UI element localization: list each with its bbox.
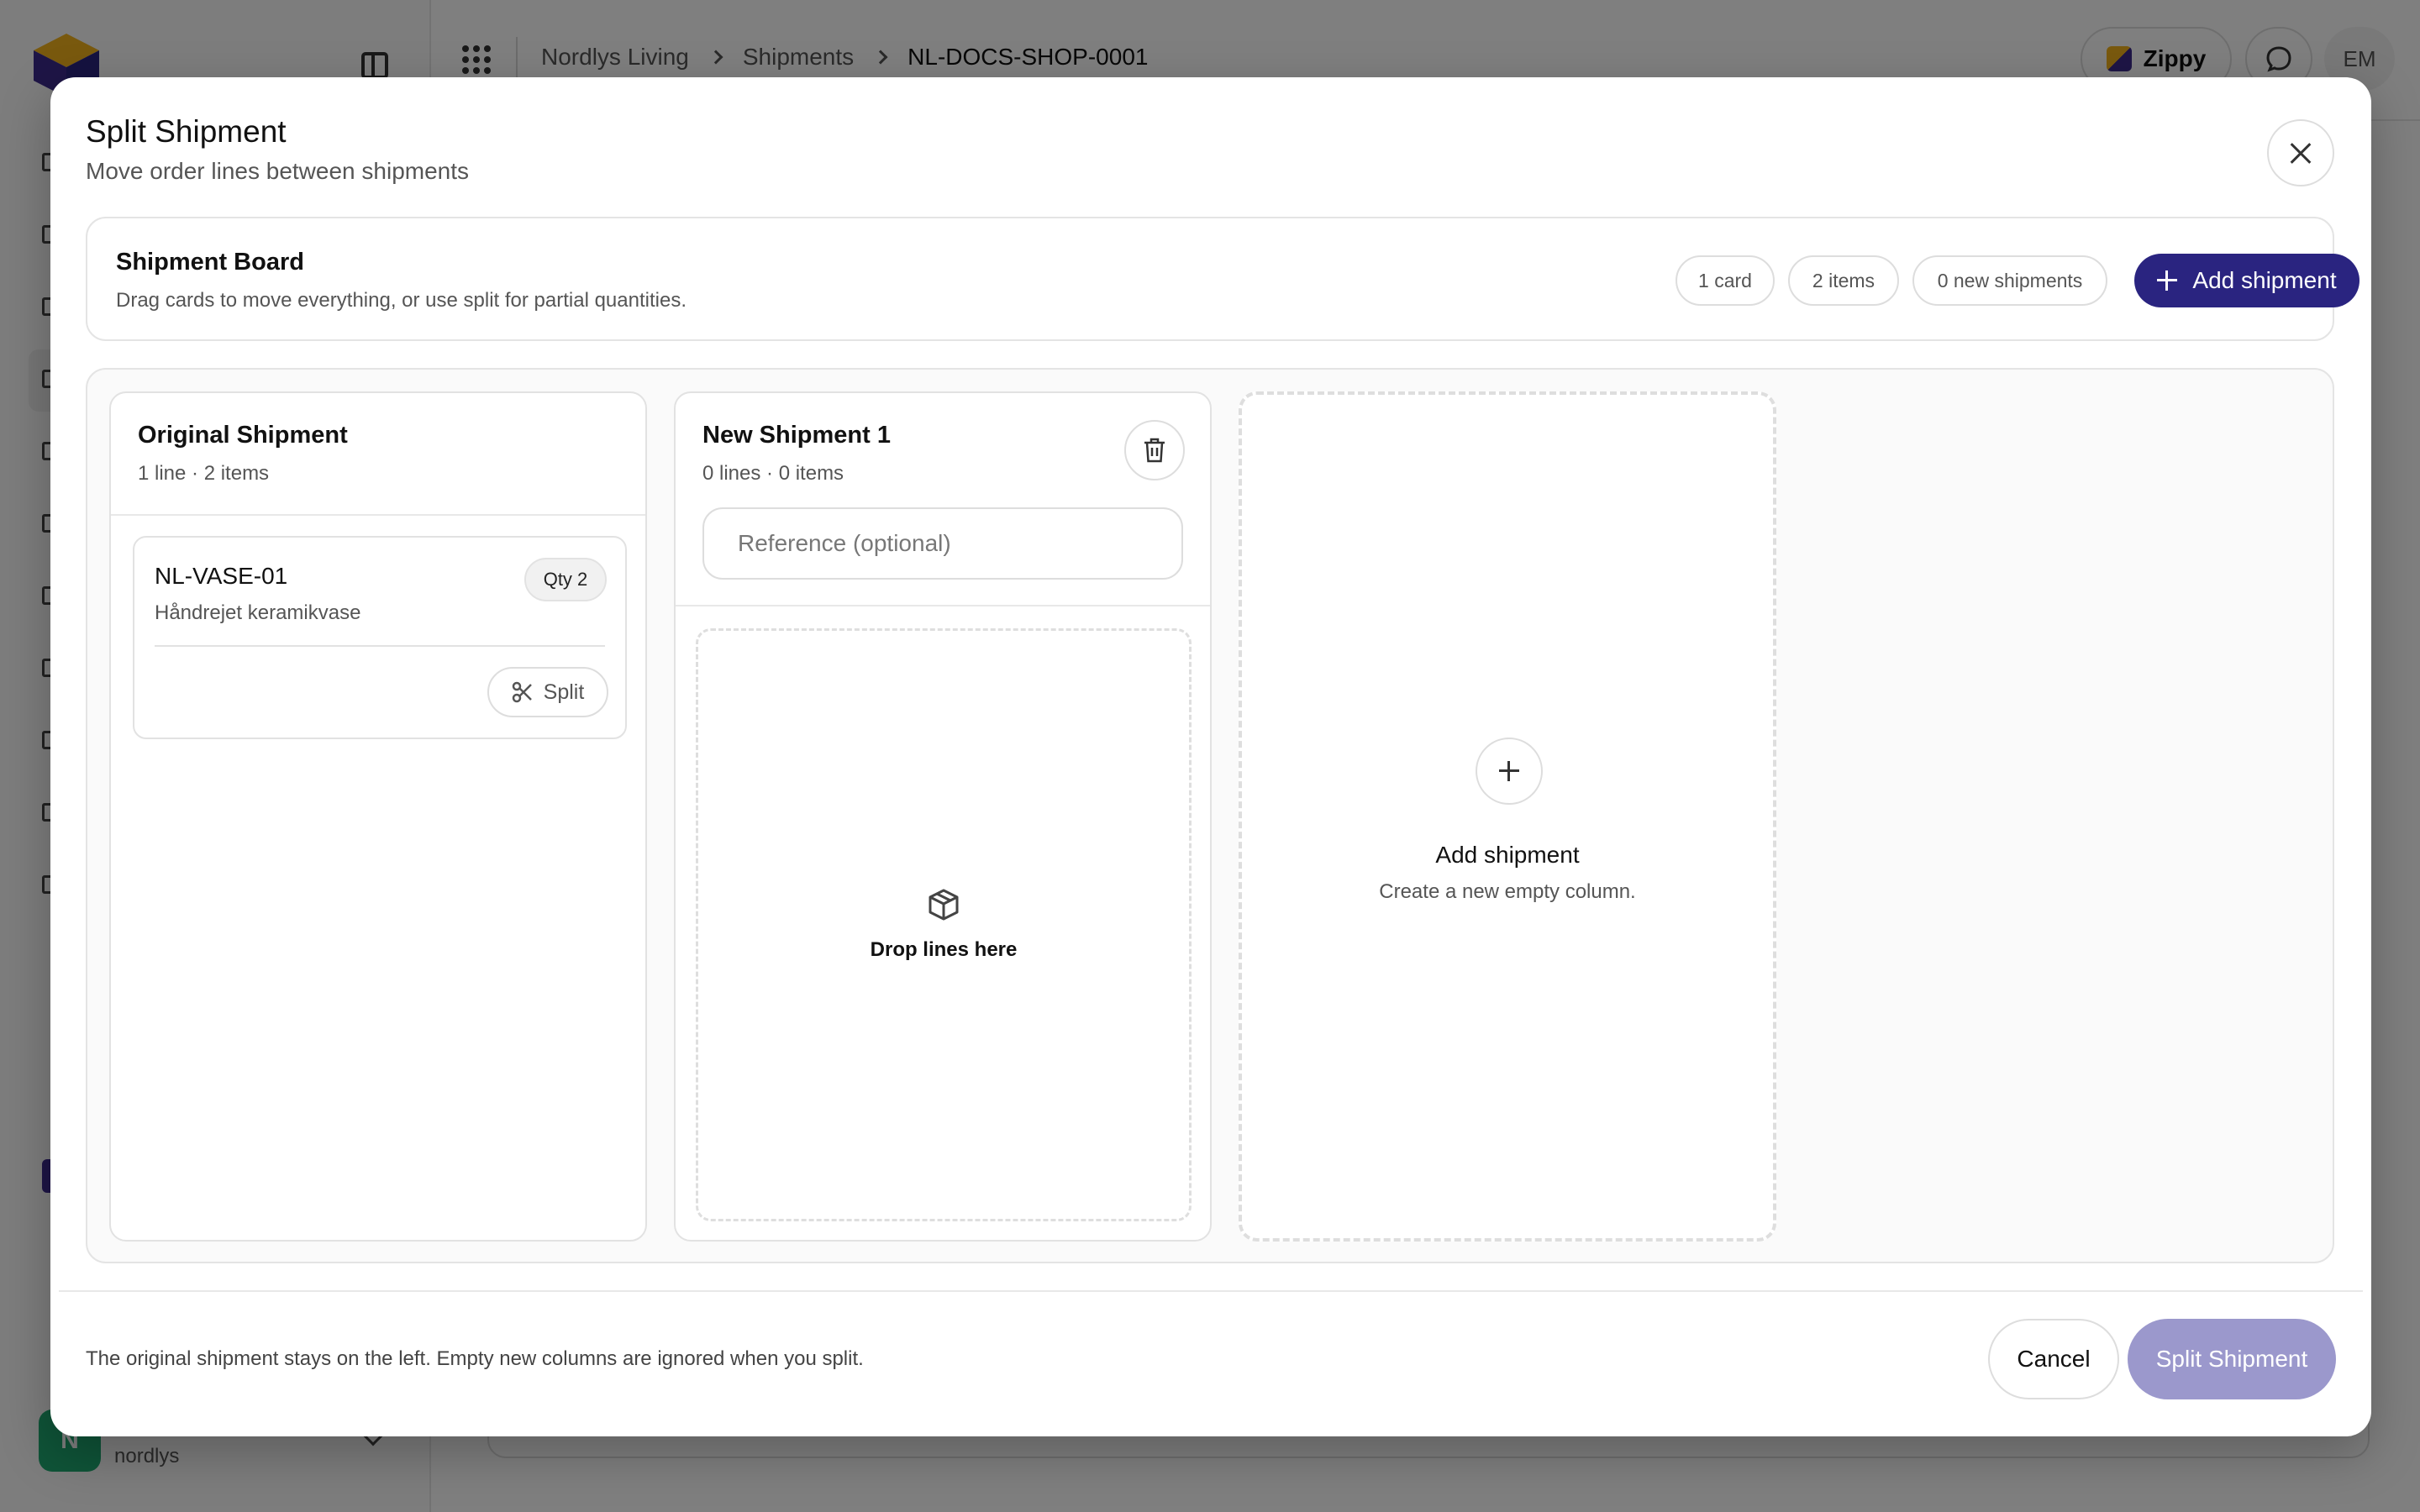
board-description: Drag cards to move everything, or use sp… xyxy=(116,289,687,312)
add-column-description: Create a new empty column. xyxy=(1379,880,1636,903)
cancel-button[interactable]: Cancel xyxy=(1988,1319,2119,1399)
new-shipment-count-badge: 0 new shipments xyxy=(1912,255,2107,306)
line-sku: NL-VASE-01 xyxy=(155,563,288,589)
column-divider xyxy=(111,514,645,516)
package-icon xyxy=(929,889,959,921)
footer-divider xyxy=(59,1290,2363,1292)
modal-subtitle: Move order lines between shipments xyxy=(86,158,470,184)
add-shipment-label: Add shipment xyxy=(2192,267,2337,293)
split-shipment-button[interactable]: Split Shipment xyxy=(2128,1319,2336,1399)
card-divider xyxy=(155,645,605,647)
plus-icon xyxy=(2157,270,2178,291)
column-meta: 0 lines · 0 items xyxy=(702,462,844,485)
split-shipment-modal: Split Shipment Move order lines between … xyxy=(50,77,2371,1436)
order-line-card[interactable]: NL-VASE-01 Håndrejet keramikvase Qty 2 S… xyxy=(133,536,627,739)
reference-input[interactable] xyxy=(702,507,1183,580)
drop-zone-label: Drop lines here xyxy=(870,938,1018,961)
delete-shipment-button[interactable] xyxy=(1124,420,1185,480)
shipment-board-header: Shipment Board Drag cards to move everyt… xyxy=(86,217,2360,341)
plus-icon[interactable] xyxy=(1476,738,1543,805)
scissors-icon xyxy=(512,681,532,703)
new-shipment-column: New Shipment 1 0 lines · 0 items Referen… xyxy=(674,391,1212,1242)
column-title: Original Shipment xyxy=(138,422,348,449)
shipment-board: Original Shipment 1 line · 2 items NL-VA… xyxy=(86,368,2334,1263)
board-title: Shipment Board xyxy=(116,249,304,276)
footer-note: The original shipment stays on the left.… xyxy=(86,1347,864,1370)
close-icon[interactable] xyxy=(2267,119,2334,186)
split-label: Split xyxy=(543,680,585,704)
column-divider xyxy=(676,605,1210,606)
card-count-badge: 1 card xyxy=(1676,255,1775,306)
original-shipment-column: Original Shipment 1 line · 2 items NL-VA… xyxy=(109,391,647,1242)
split-line-button[interactable]: Split xyxy=(487,667,608,717)
column-title: New Shipment 1 xyxy=(702,422,891,449)
quantity-badge: Qty 2 xyxy=(524,558,607,601)
drop-zone[interactable]: Drop lines here xyxy=(696,628,1192,1221)
trash-icon xyxy=(1144,438,1165,463)
line-product-name: Håndrejet keramikvase xyxy=(155,601,361,624)
add-column-title: Add shipment xyxy=(1435,842,1580,868)
modal-title: Split Shipment xyxy=(86,114,287,149)
column-meta: 1 line · 2 items xyxy=(138,462,270,485)
add-shipment-column[interactable]: Add shipment Create a new empty column. xyxy=(1239,391,1776,1242)
item-count-badge: 2 items xyxy=(1788,255,1899,306)
add-shipment-button[interactable]: Add shipment xyxy=(2134,254,2360,307)
